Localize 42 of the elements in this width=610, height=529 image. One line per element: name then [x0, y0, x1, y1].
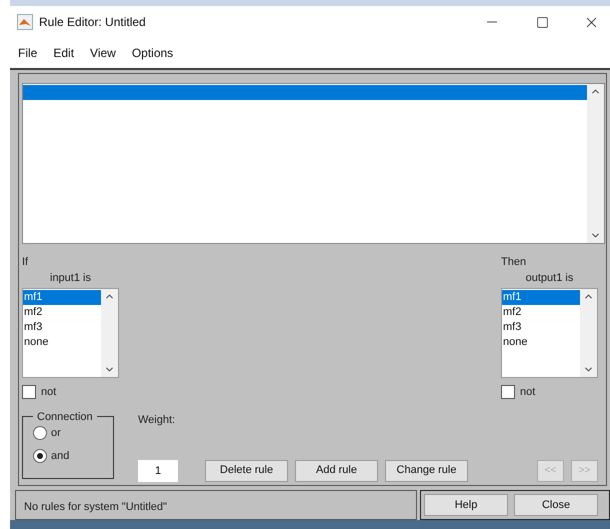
menu-item[interactable]: File — [18, 44, 38, 62]
variable-label: input1 is — [50, 272, 91, 285]
menu-item[interactable]: Edit — [53, 44, 74, 62]
membership-list[interactable]: mf1 mf2 mf3 none — [501, 288, 598, 378]
rule-list[interactable] — [22, 83, 605, 244]
list-item[interactable]: mf1 — [502, 290, 580, 305]
list-item[interactable]: mf2 — [502, 305, 580, 320]
checkbox-label: not — [41, 385, 56, 400]
section-heading: Then — [501, 256, 528, 269]
weight-field[interactable]: 1 — [138, 460, 178, 482]
weight-label: Weight: — [138, 412, 176, 428]
status-text: No rules for system "Untitled" — [24, 501, 167, 514]
footer-button[interactable]: Close — [514, 494, 598, 516]
group-title: Connection — [36, 410, 94, 424]
section-heading: If — [22, 256, 30, 269]
menu-item[interactable]: Options — [132, 44, 174, 62]
checkbox-label: not — [520, 385, 536, 400]
not-checkbox[interactable] — [22, 385, 36, 400]
radio-label: and — [51, 448, 70, 464]
footer-button[interactable]: Help — [424, 494, 508, 516]
rule-button[interactable]: Add rule — [295, 460, 378, 482]
radio-button[interactable] — [33, 426, 47, 440]
scrollbar[interactable] — [587, 84, 604, 243]
list-item[interactable]: mf2 — [23, 305, 101, 320]
rule-button[interactable]: Change rule — [385, 460, 468, 482]
radio-label: or — [51, 426, 61, 441]
scrollbar[interactable] — [101, 289, 118, 377]
list-item[interactable]: mf3 — [502, 320, 580, 335]
radio-button[interactable] — [33, 448, 47, 463]
list-item[interactable]: none — [502, 335, 580, 350]
list-item[interactable]: mf1 — [23, 290, 101, 305]
maximize-icon[interactable] — [536, 16, 549, 28]
variable-label: output1 is — [526, 272, 574, 285]
menu-item[interactable]: View — [90, 44, 116, 62]
list-item[interactable]: mf3 — [23, 320, 101, 335]
app-logo-icon — [17, 14, 33, 30]
membership-list[interactable]: mf1 mf2 mf3 none — [22, 288, 119, 378]
scrollbar[interactable] — [580, 289, 597, 377]
list-item[interactable]: none — [23, 335, 101, 350]
rule-button[interactable]: Delete rule — [205, 460, 288, 482]
window-title: Rule Editor: Untitled — [39, 14, 146, 31]
not-checkbox[interactable] — [501, 385, 515, 400]
